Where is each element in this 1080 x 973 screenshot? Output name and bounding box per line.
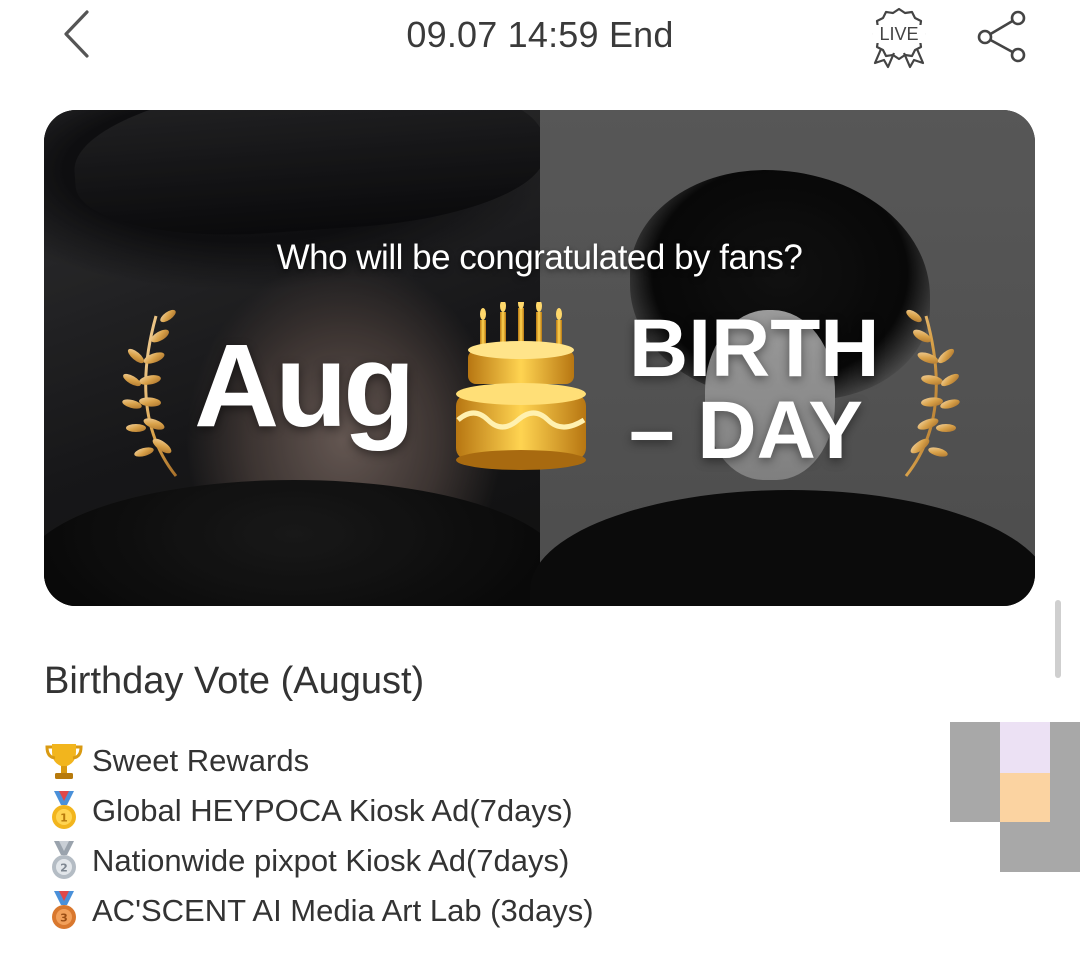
laurel-icon bbox=[904, 309, 960, 477]
rewards-list: Sweet Rewards 1 Global HEYPOCA Kiosk Ad(… bbox=[44, 736, 904, 936]
reward-label: Nationwide pixpot Kiosk Ad(7days) bbox=[92, 843, 570, 878]
share-icon bbox=[977, 10, 1026, 63]
thumbnail-block bbox=[950, 722, 1000, 822]
svg-text:3: 3 bbox=[60, 912, 68, 925]
reward-label: Sweet Rewards bbox=[92, 743, 310, 778]
vote-detail-page: 09.07 14:59 End LIVE Who will be congrat… bbox=[0, 0, 1080, 973]
reward-label: AC'SCENT AI Media Art Lab (3days) bbox=[92, 893, 594, 928]
top-bar: 09.07 14:59 End LIVE bbox=[0, 0, 1080, 80]
svg-text:2: 2 bbox=[60, 862, 68, 875]
silver-medal-icon: 2 bbox=[52, 841, 76, 879]
list-item: 3 AC'SCENT AI Media Art Lab (3days) bbox=[44, 886, 904, 936]
reward-label: Global HEYPOCA Kiosk Ad(7days) bbox=[92, 793, 573, 828]
event-banner[interactable]: Who will be congratulated by fans? Aug B… bbox=[44, 110, 1035, 606]
list-item: 1 Global HEYPOCA Kiosk Ad(7days) bbox=[44, 786, 904, 836]
svg-text:1: 1 bbox=[60, 812, 68, 825]
thumbnail-block bbox=[1050, 722, 1080, 822]
bronze-medal-icon: 3 bbox=[52, 891, 76, 929]
thumbnail-block bbox=[1000, 773, 1050, 822]
banner-month: Aug bbox=[194, 320, 415, 452]
thumbnail-block bbox=[1000, 822, 1080, 872]
birthday-cake-icon bbox=[456, 302, 586, 470]
scrollbar-thumb[interactable] bbox=[1055, 600, 1061, 678]
banner-birth: BIRTH bbox=[629, 303, 880, 394]
gold-medal-icon: 1 bbox=[52, 791, 76, 829]
share-button[interactable] bbox=[970, 4, 1034, 68]
vote-title: Birthday Vote (August) bbox=[44, 660, 425, 702]
banner-question: Who will be congratulated by fans? bbox=[276, 238, 803, 277]
list-item: Sweet Rewards bbox=[44, 736, 904, 786]
trophy-icon bbox=[45, 744, 83, 779]
banner-day: – DAY bbox=[629, 385, 863, 476]
list-item: 2 Nationwide pixpot Kiosk Ad(7days) bbox=[44, 836, 904, 886]
laurel-icon bbox=[122, 309, 178, 477]
live-button[interactable]: LIVE bbox=[864, 4, 934, 70]
thumbnail-block bbox=[1000, 722, 1050, 773]
live-badge-icon: LIVE bbox=[872, 7, 926, 69]
live-label: LIVE bbox=[879, 24, 918, 44]
